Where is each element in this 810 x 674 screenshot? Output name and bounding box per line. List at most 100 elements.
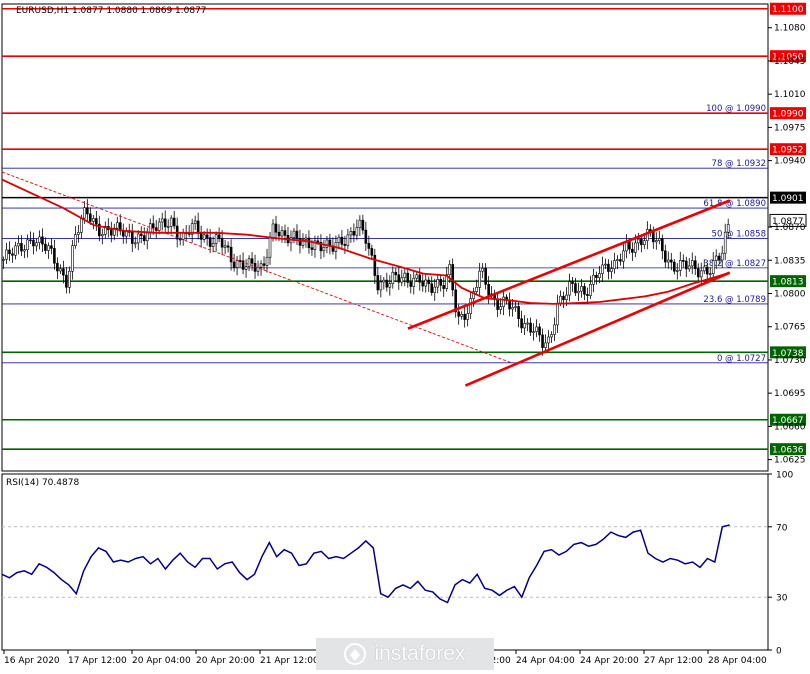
candle-body: [424, 279, 428, 287]
candle-body: [62, 268, 65, 276]
rsi-tick-label: 30: [776, 594, 788, 604]
candle-body: [367, 243, 371, 249]
candle-body: [598, 273, 601, 279]
candle-body: [77, 232, 80, 235]
candle-body: [244, 266, 248, 270]
candle-body: [247, 258, 251, 267]
candle-body: [687, 265, 691, 270]
time-tick-label: 20 Apr 04:00: [132, 656, 191, 666]
candle-body: [23, 249, 26, 252]
chart-root: 100 @ 1.0990 78 @ 1.0932 61.8 @ 1.0890 50 @…: [0, 0, 810, 670]
candle-body: [583, 286, 586, 295]
time-tick-label: 20 Apr 20:00: [196, 656, 255, 666]
candle-body: [166, 225, 170, 228]
rsi-tick-label: 0: [776, 647, 782, 657]
candle-body: [259, 263, 263, 268]
candle-body: [529, 322, 532, 333]
candle-body: [672, 261, 676, 272]
candle-body: [415, 274, 419, 279]
fib-level-label: 0 @ 1.0727: [717, 354, 766, 364]
candle-body: [601, 264, 604, 274]
candle-body: [670, 259, 673, 263]
candle-body: [307, 237, 311, 249]
candle-body: [616, 259, 619, 261]
candle-body: [514, 306, 517, 308]
level-price-label: 1.1100: [772, 5, 804, 15]
candle-body: [214, 234, 218, 244]
candle-body: [343, 244, 347, 246]
candle-body: [550, 334, 553, 338]
candle-body: [376, 275, 380, 291]
price-panel: [1, 3, 769, 651]
candle-body: [196, 220, 200, 234]
fib-level-label: 78 @ 1.0932: [712, 159, 766, 169]
candle-body: [35, 242, 38, 247]
price-tick-label: 1.0800: [774, 290, 806, 300]
candle-body: [631, 248, 634, 253]
candle-body: [577, 290, 580, 294]
time-tick-label: 28 Apr 04:00: [708, 656, 767, 666]
candle-body: [571, 281, 574, 284]
candle-body: [708, 273, 712, 275]
candle-body: [720, 252, 724, 261]
candle-body: [661, 238, 664, 252]
candle-body: [47, 245, 50, 251]
candle-body: [723, 231, 727, 254]
candle-body: [637, 238, 640, 244]
rsi-tick-label: 70: [776, 523, 788, 533]
candle-body: [595, 274, 598, 279]
candle-body: [29, 239, 32, 242]
candle-body: [640, 238, 643, 246]
candle-body: [295, 230, 299, 239]
candle-body: [163, 218, 167, 228]
candle-body: [412, 277, 416, 287]
time-tick-label: 27 Apr 12:00: [644, 656, 703, 666]
candle-body: [364, 229, 368, 244]
candle-body: [696, 268, 700, 278]
rsi-panel-frame: [1, 473, 769, 651]
candle-body: [20, 243, 23, 252]
candle-body: [418, 274, 422, 283]
candle-body: [217, 234, 221, 239]
candle-body: [265, 256, 269, 266]
candle-body: [38, 236, 41, 243]
candle-body: [65, 274, 68, 288]
candle-body: [547, 336, 550, 344]
candle-body: [499, 306, 502, 310]
candle-body: [136, 233, 140, 244]
price-tick-label: 1.0870: [774, 223, 806, 233]
candle-body: [693, 260, 697, 270]
candle-body: [604, 263, 607, 266]
watermark: instaforex: [316, 638, 494, 670]
candle-body: [610, 268, 613, 272]
candle-body: [433, 286, 437, 293]
candle-body: [121, 230, 125, 237]
candle-body: [14, 245, 17, 256]
candle-body: [2, 259, 5, 261]
candle-body: [397, 274, 401, 283]
candle-body: [274, 223, 278, 233]
candle-body: [358, 219, 362, 228]
level-price-label: 1.0813: [772, 278, 804, 288]
candle-body: [646, 229, 649, 242]
candle-body: [628, 241, 631, 250]
candle-body: [208, 237, 212, 247]
candle-body: [92, 218, 95, 222]
candle-body: [655, 240, 658, 243]
watermark-text: instaforex: [374, 642, 466, 665]
candle-body: [487, 284, 490, 296]
candle-body: [280, 230, 284, 237]
price-tick-label: 1.0660: [774, 422, 806, 432]
instaforex-logo-icon: [344, 643, 367, 665]
candle-body: [304, 237, 308, 240]
candle-body: [130, 232, 134, 244]
candle-body: [115, 222, 119, 229]
candle-body: [172, 217, 176, 227]
candle-body: [322, 247, 326, 252]
candle-body: [511, 307, 514, 310]
candle-body: [430, 283, 434, 293]
time-tick-label: 17 Apr 12:00: [68, 656, 127, 666]
candle-body: [553, 324, 556, 335]
candle-body: [86, 207, 89, 215]
candle-body: [678, 260, 682, 271]
